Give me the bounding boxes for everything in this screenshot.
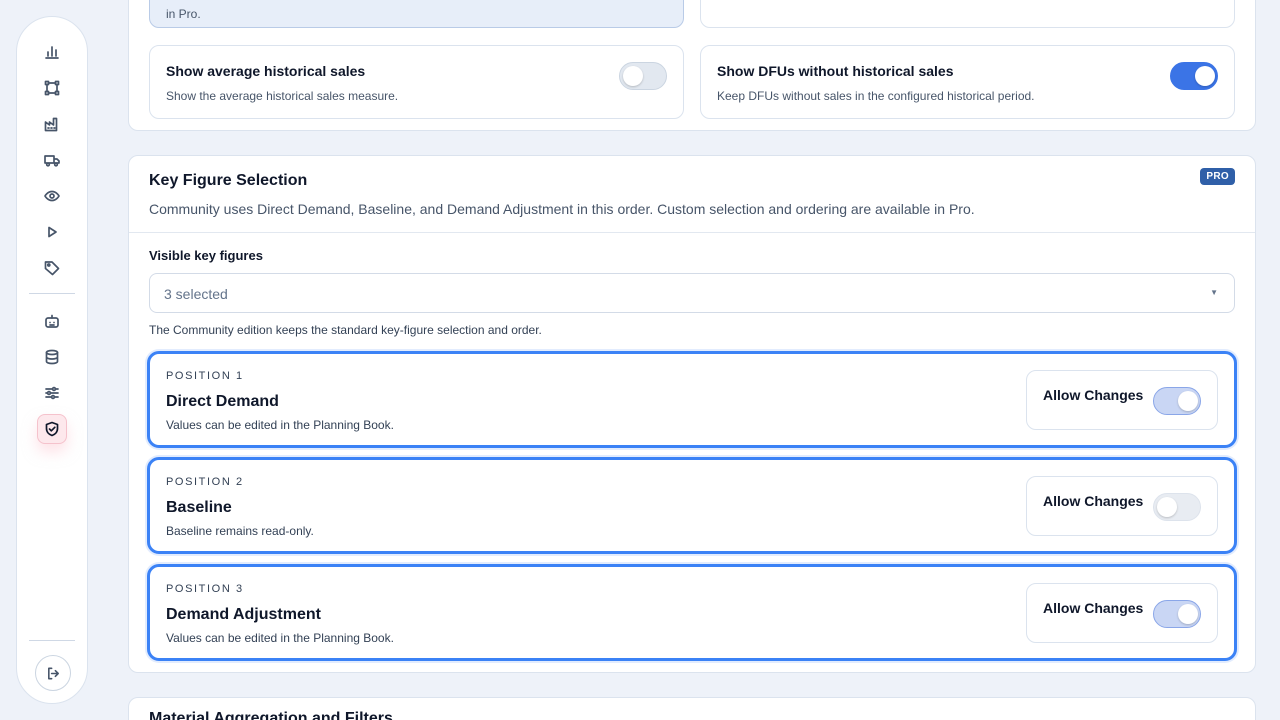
allow-changes-box: Allow Changes [1026, 476, 1218, 536]
position-description: Baseline remains read-only. [166, 524, 314, 538]
position-name: Direct Demand [166, 393, 279, 410]
sidebar-item-analytics[interactable] [37, 37, 67, 67]
position-card-2: POSITION 2 Baseline Baseline remains rea… [147, 457, 1237, 554]
robot-icon [45, 314, 59, 328]
option-avg-sales-title: Show average historical sales [166, 63, 366, 79]
sidebar-item-factory[interactable] [37, 109, 67, 139]
allow-changes-box: Allow Changes [1026, 370, 1218, 430]
allow-changes-label: Allow Changes [1043, 600, 1144, 616]
shield-check-icon [45, 421, 59, 437]
sliders-icon [45, 386, 59, 400]
sidebar-item-admin[interactable] [37, 414, 67, 444]
helper-text: The Community edition keeps the standard… [149, 323, 542, 337]
position-label: POSITION 1 [166, 370, 244, 382]
bar-chart-icon [45, 46, 59, 59]
sidebar-item-settings[interactable] [37, 378, 67, 408]
position-label: POSITION 3 [166, 583, 244, 595]
network-icon [44, 80, 60, 96]
allow-changes-label: Allow Changes [1043, 493, 1144, 509]
option-avg-sales: Show average historical sales Show the a… [149, 45, 684, 119]
avg-sales-toggle[interactable] [619, 62, 667, 90]
key-figure-title: Key Figure Selection [149, 172, 308, 189]
sidebar-item-logistics[interactable] [37, 145, 67, 175]
position-card-3: POSITION 3 Demand Adjustment Values can … [147, 564, 1237, 661]
position-description: Values can be edited in the Planning Boo… [166, 631, 394, 645]
key-figure-card: Key Figure Selection PRO Community uses … [128, 155, 1256, 673]
position-card-1: POSITION 1 Direct Demand Values can be e… [147, 351, 1237, 448]
allow-changes-toggle[interactable] [1153, 493, 1201, 521]
section-divider [129, 232, 1255, 233]
partial-option-left: in Pro. [149, 0, 684, 28]
sidebar-item-monitor[interactable] [37, 181, 67, 211]
dfus-toggle[interactable] [1170, 62, 1218, 90]
eye-icon [44, 190, 60, 202]
position-description: Values can be edited in the Planning Boo… [166, 418, 394, 432]
visible-key-figures-select[interactable]: 3 selected ▼ [149, 273, 1235, 313]
logout-icon [47, 667, 59, 679]
sidebar-item-run[interactable] [37, 217, 67, 247]
sidebar-divider [29, 293, 75, 294]
sidebar-item-network[interactable] [37, 73, 67, 103]
play-icon [48, 226, 57, 238]
key-figure-description: Community uses Direct Demand, Baseline, … [149, 201, 975, 217]
factory-icon [44, 117, 58, 132]
sidebar-item-tags[interactable] [37, 253, 67, 283]
allow-changes-box: Allow Changes [1026, 583, 1218, 643]
position-name: Demand Adjustment [166, 606, 321, 623]
position-name: Baseline [166, 499, 232, 516]
option-dfus: Show DFUs without historical sales Keep … [700, 45, 1235, 119]
truck-icon [44, 155, 60, 167]
allow-changes-label: Allow Changes [1043, 387, 1144, 403]
sidebar-item-data[interactable] [37, 342, 67, 372]
option-dfus-title: Show DFUs without historical sales [717, 63, 954, 79]
partial-option-text: in Pro. [166, 7, 201, 21]
material-aggregation-card: Material Aggregation and Filters [128, 697, 1256, 720]
allow-changes-toggle[interactable] [1153, 600, 1201, 628]
logout-button[interactable] [35, 655, 71, 691]
select-value: 3 selected [164, 286, 228, 302]
visible-key-figures-label: Visible key figures [149, 248, 263, 263]
position-label: POSITION 2 [166, 476, 244, 488]
pro-badge: PRO [1200, 168, 1235, 185]
sidebar [16, 16, 88, 704]
option-dfus-desc: Keep DFUs without sales in the configure… [717, 89, 1035, 103]
database-icon [45, 349, 59, 365]
sidebar-divider-bottom [29, 640, 75, 641]
display-options-card: in Pro. Show average historical sales Sh… [128, 0, 1256, 131]
chevron-down-icon: ▼ [1210, 288, 1218, 297]
tag-icon [44, 261, 60, 276]
material-aggregation-title: Material Aggregation and Filters [149, 710, 393, 720]
partial-option-right [700, 0, 1235, 28]
allow-changes-toggle[interactable] [1153, 387, 1201, 415]
sidebar-item-assistant[interactable] [37, 306, 67, 336]
option-avg-sales-desc: Show the average historical sales measur… [166, 89, 399, 103]
